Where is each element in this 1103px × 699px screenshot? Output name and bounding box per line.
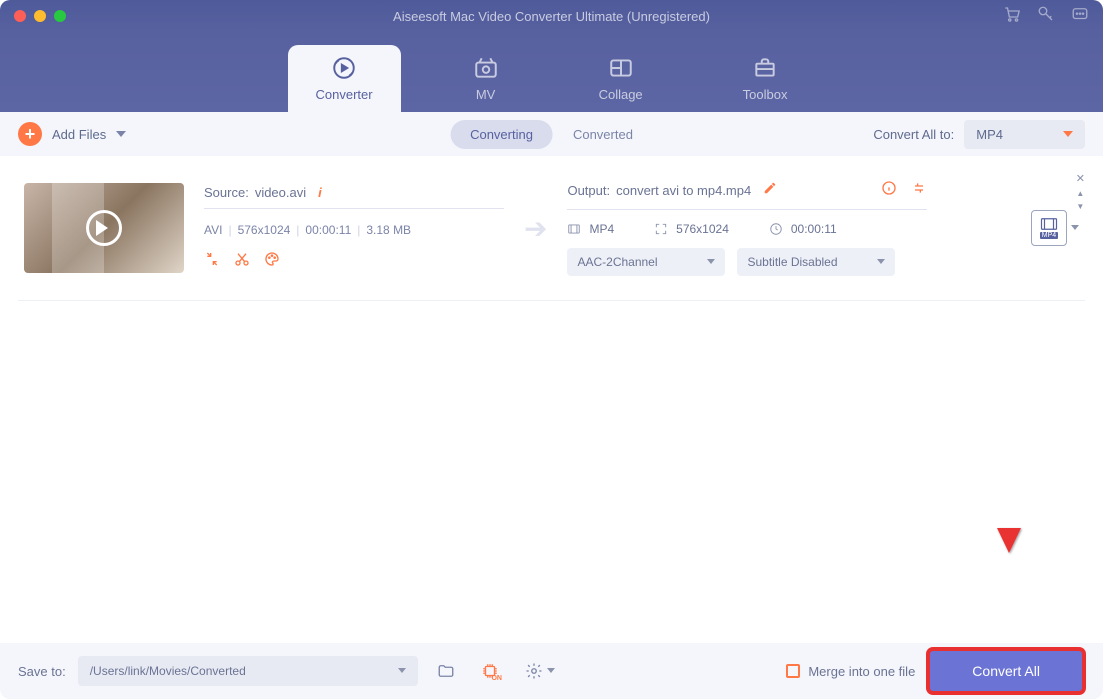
hardware-accel-button[interactable]: ON	[474, 655, 506, 687]
chevron-down-icon	[398, 668, 406, 677]
tab-label: MV	[476, 87, 496, 102]
minimize-window-icon[interactable]	[34, 10, 46, 22]
window-controls	[14, 10, 66, 22]
move-down-icon[interactable]: ▼	[1076, 202, 1084, 211]
subtitle-select[interactable]: Subtitle Disabled	[737, 248, 895, 276]
main-nav: Converter MV Collage Toolbox	[0, 32, 1103, 112]
output-resolution: 576x1024	[654, 222, 729, 236]
close-window-icon[interactable]	[14, 10, 26, 22]
output-label: Output:	[567, 183, 610, 198]
merge-checkbox[interactable]: Merge into one file	[786, 664, 915, 679]
convert-all-to-label: Convert All to:	[873, 127, 954, 142]
play-icon	[86, 210, 122, 246]
key-icon[interactable]	[1037, 5, 1055, 28]
enhance-icon[interactable]	[911, 180, 927, 201]
compress-icon[interactable]	[204, 251, 220, 272]
save-path-select[interactable]: /Users/link/Movies/Converted	[78, 656, 418, 686]
remove-item-icon[interactable]: ✕	[1076, 172, 1085, 185]
format-badge: MP4	[1040, 232, 1058, 239]
chevron-down-icon	[1071, 225, 1079, 234]
info-icon[interactable]: i	[318, 185, 322, 200]
chevron-down-icon	[1063, 131, 1073, 142]
move-up-icon[interactable]: ▲	[1076, 189, 1084, 198]
tab-label: Converter	[316, 87, 373, 102]
tab-mv[interactable]: MV	[445, 45, 527, 112]
sub-toolbar: + Add Files Converting Converted Convert…	[0, 112, 1103, 156]
annotation-arrow	[989, 473, 1029, 563]
output-filename: convert avi to mp4.mp4	[616, 183, 751, 198]
chevron-down-icon	[547, 668, 555, 677]
output-format-picker[interactable]: MP4	[1031, 210, 1079, 246]
convert-all-format-select[interactable]: MP4	[964, 120, 1085, 149]
add-files-label: Add Files	[52, 127, 106, 142]
add-files-button[interactable]: + Add Files	[18, 122, 126, 146]
titlebar: Aiseesoft Mac Video Converter Ultimate (…	[0, 0, 1103, 32]
cut-icon[interactable]	[234, 251, 250, 272]
message-icon[interactable]	[1071, 5, 1089, 28]
edit-icon[interactable]	[763, 181, 777, 200]
output-duration: 00:00:11	[769, 222, 837, 236]
plus-icon: +	[18, 122, 42, 146]
cart-icon[interactable]	[1003, 5, 1021, 28]
tab-label: Toolbox	[743, 87, 788, 102]
arrow-right-icon: ➔	[524, 212, 547, 245]
palette-icon[interactable]	[264, 251, 280, 272]
merge-label: Merge into one file	[808, 664, 915, 679]
file-item: Source: video.avi i AVI 576x1024 00:00:1…	[18, 156, 1085, 301]
tab-collage[interactable]: Collage	[571, 45, 671, 112]
convert-all-button[interactable]: Convert All	[927, 648, 1085, 694]
open-folder-button[interactable]	[430, 655, 462, 687]
tab-converting[interactable]: Converting	[450, 120, 553, 149]
source-label: Source:	[204, 185, 249, 200]
tab-converter[interactable]: Converter	[288, 45, 401, 112]
resolution: 576x1024	[238, 223, 300, 237]
audio-select[interactable]: AAC-2Channel	[567, 248, 725, 276]
filesize: 3.18 MB	[366, 223, 411, 237]
window-title: Aiseesoft Mac Video Converter Ultimate (…	[393, 9, 710, 24]
settings-button[interactable]	[518, 655, 562, 687]
save-to-label: Save to:	[18, 664, 66, 679]
maximize-window-icon[interactable]	[54, 10, 66, 22]
output-format: MP4	[567, 222, 614, 236]
tab-label: Collage	[599, 87, 643, 102]
chevron-down-icon	[877, 259, 885, 268]
file-list: Source: video.avi i AVI 576x1024 00:00:1…	[0, 156, 1103, 643]
source-meta: AVI 576x1024 00:00:11 3.18 MB	[204, 223, 504, 237]
save-path: /Users/link/Movies/Converted	[90, 664, 246, 678]
duration: 00:00:11	[305, 223, 360, 237]
format-value: MP4	[976, 127, 1003, 142]
tab-toolbox[interactable]: Toolbox	[715, 45, 816, 112]
tab-converted[interactable]: Converted	[553, 120, 653, 149]
info-icon[interactable]	[881, 180, 897, 201]
codec: AVI	[204, 223, 232, 237]
chevron-down-icon[interactable]	[116, 131, 126, 142]
checkbox-icon	[786, 664, 800, 678]
thumbnail[interactable]	[24, 183, 184, 273]
chevron-down-icon	[707, 259, 715, 268]
source-filename: video.avi	[255, 185, 306, 200]
footer-bar: Save to: /Users/link/Movies/Converted ON…	[0, 643, 1103, 699]
